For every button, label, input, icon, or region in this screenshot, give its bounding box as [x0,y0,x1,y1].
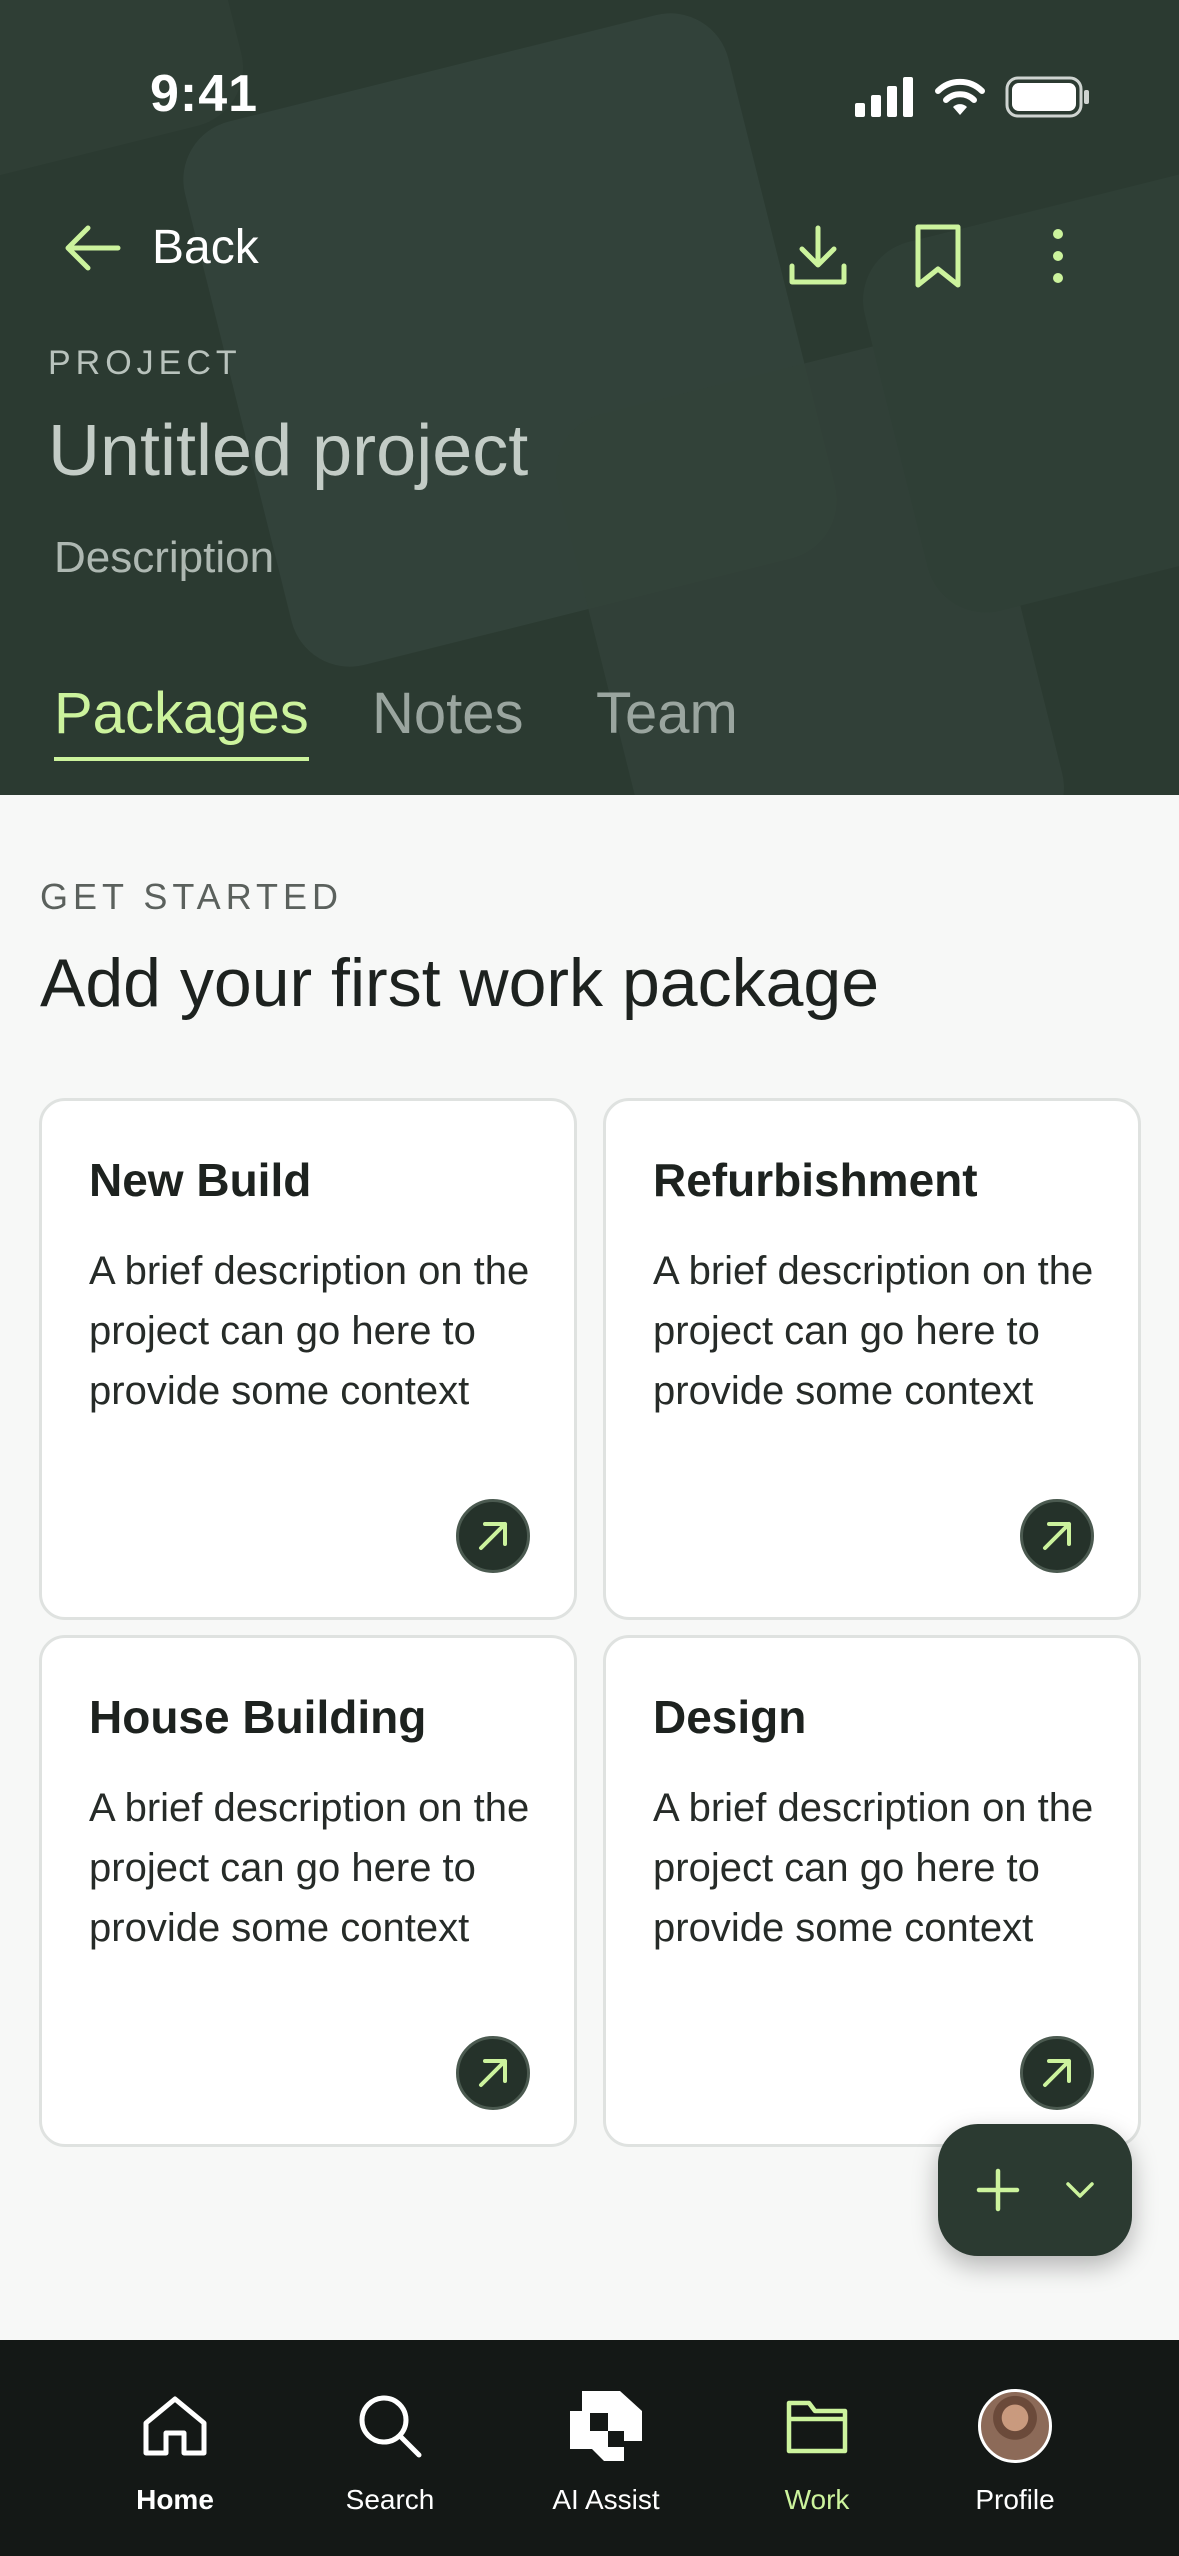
arrow-up-right-icon [1043,1522,1071,1550]
bottom-nav-label: AI Assist [552,2484,660,2515]
section-title: Add your first work package [40,945,880,1021]
top-nav: Back [0,210,1179,300]
package-card-house-building[interactable]: House Building A brief description on th… [39,1635,577,2147]
more-options-button[interactable] [1020,218,1096,294]
avatar [978,2389,1052,2463]
bottom-nav: Home Search AI Assist Work Profile [0,2340,1179,2556]
bookmark-button[interactable] [900,218,976,294]
bottom-nav-label: Profile [975,2484,1055,2515]
home-icon [143,2396,207,2456]
card-title: New Build [89,1154,312,1206]
project-label: PROJECT [48,344,242,382]
ai-assist-icon [570,2391,642,2461]
card-title: Refurbishment [653,1154,978,1206]
bottom-nav-work[interactable]: Work [732,2384,902,2516]
bottom-nav-ai-assist[interactable]: AI Assist [521,2384,691,2516]
section-label: GET STARTED [40,876,344,917]
card-title: House Building [89,1691,427,1743]
arrow-up-right-icon [1043,2059,1071,2087]
package-card-design[interactable]: Design A brief description on the projec… [603,1635,1141,2147]
folder-icon [786,2400,848,2454]
more-vertical-icon [1053,229,1063,283]
arrow-left-icon [65,225,121,270]
bottom-nav-profile[interactable]: Profile [930,2384,1100,2516]
card-description: A brief description on the project can g… [89,1249,530,1413]
project-description[interactable]: Description [54,533,274,583]
plus-icon [976,2168,1020,2212]
back-label: Back [152,221,259,274]
bottom-nav-label: Search [345,2484,435,2515]
card-description: A brief description on the project can g… [89,1786,530,1950]
arrow-up-right-icon [479,1522,507,1550]
card-description: A brief description on the project can g… [653,1786,1094,1950]
bookmark-icon [915,224,961,288]
signal-icon [855,77,913,117]
bottom-nav-label: Work [784,2484,850,2515]
card-title: Design [653,1691,807,1743]
open-card-button[interactable] [456,2036,530,2110]
status-time: 9:41 [150,65,259,123]
project-title[interactable]: Untitled project [48,410,528,492]
status-bar: 9:41 [0,0,1179,200]
open-card-button[interactable] [456,1499,530,1573]
tab-team[interactable]: Team [596,680,738,757]
package-card-refurbishment[interactable]: Refurbishment A brief description on the… [603,1098,1141,1620]
tab-packages[interactable]: Packages [54,680,309,761]
search-icon [359,2395,422,2458]
bottom-nav-search[interactable]: Search [305,2384,475,2516]
arrow-up-right-icon [479,2059,507,2087]
add-package-fab[interactable] [938,2124,1132,2256]
bottom-nav-home[interactable]: Home [90,2384,260,2516]
tab-notes[interactable]: Notes [372,680,524,757]
card-description: A brief description on the project can g… [653,1249,1094,1413]
project-header: 9:41 Back PROJECT Untitled project Descr… [0,0,1179,795]
download-icon [789,225,847,285]
wifi-icon [935,78,985,115]
package-card-new-build[interactable]: New Build A brief description on the pro… [39,1098,577,1620]
battery-icon [1005,76,1089,118]
bottom-nav-label: Home [136,2484,214,2515]
project-tabs: Packages Notes Team [0,680,1179,780]
status-icons [855,76,1091,118]
open-card-button[interactable] [1020,2036,1094,2110]
chevron-down-icon [1066,2182,1094,2198]
back-button[interactable]: Back [62,220,259,275]
open-card-button[interactable] [1020,1499,1094,1573]
download-button[interactable] [780,218,856,294]
